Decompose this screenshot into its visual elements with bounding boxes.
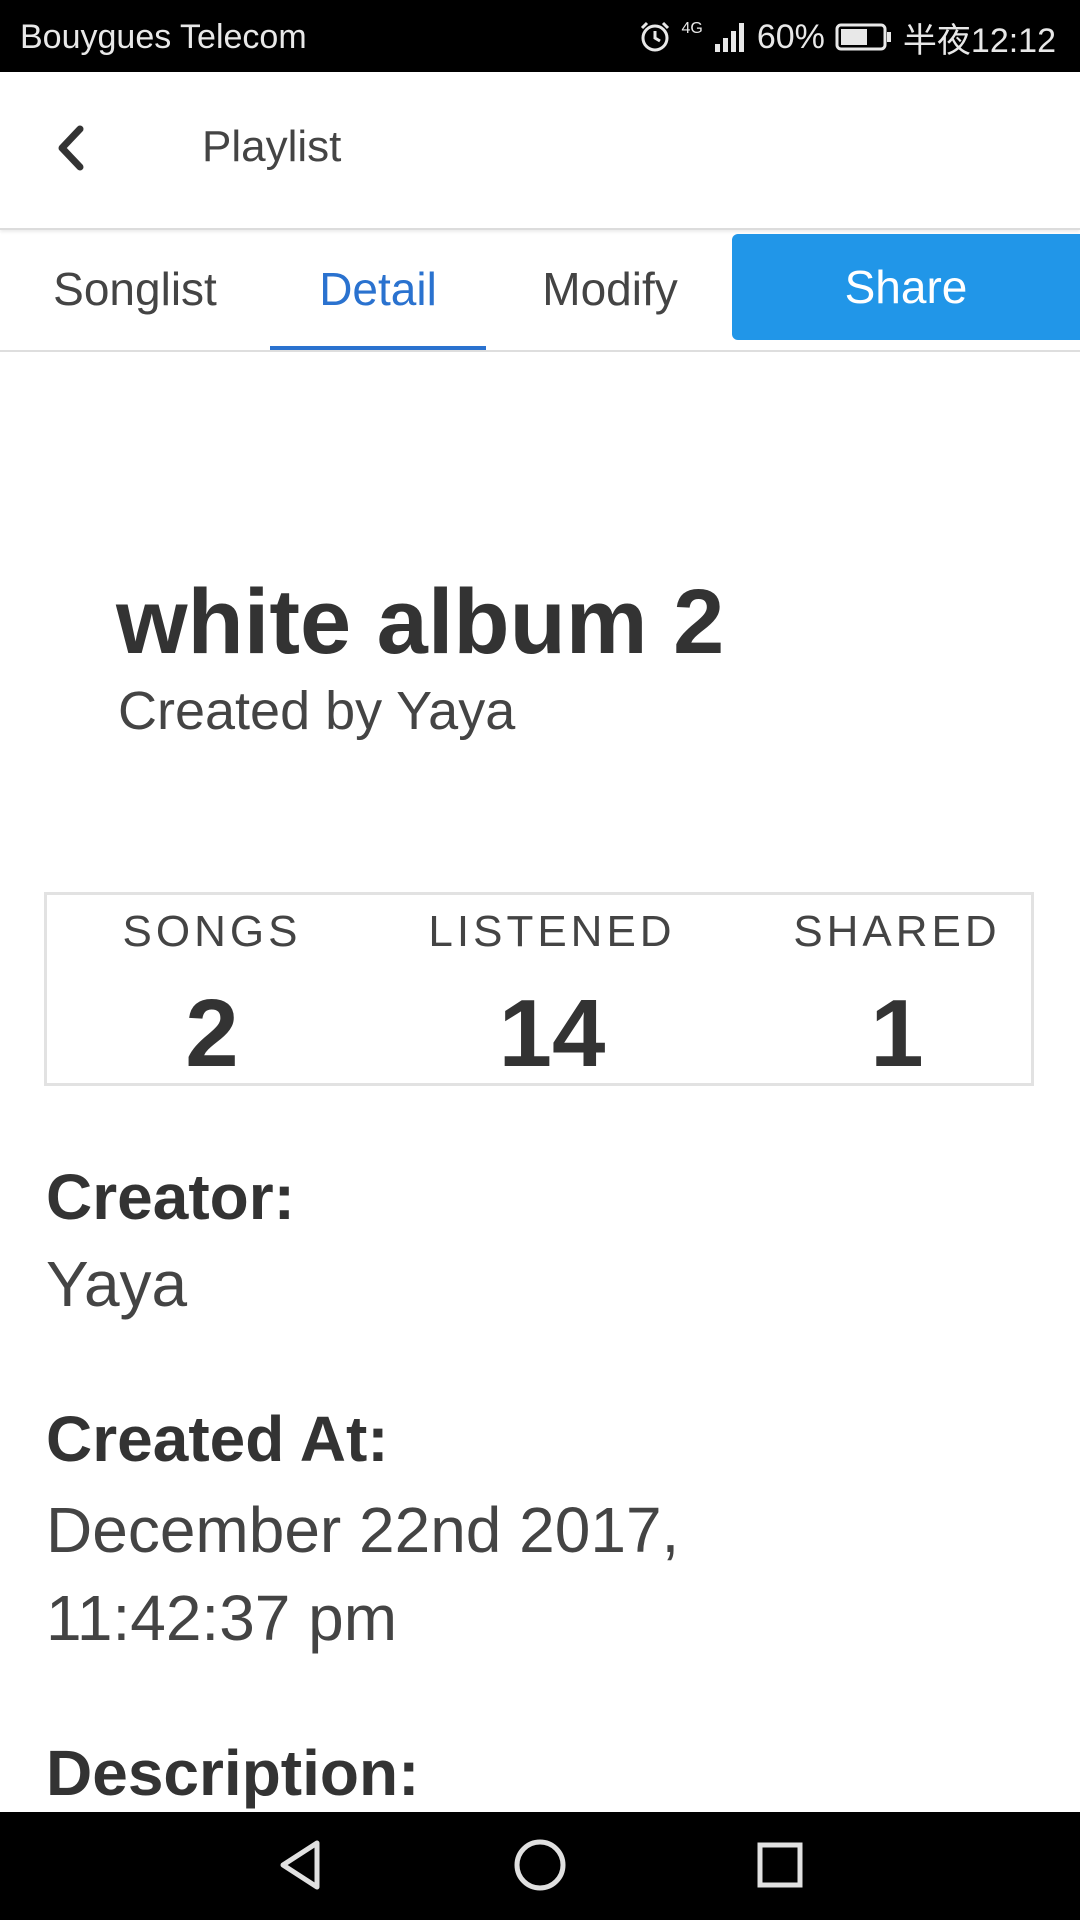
creator-value: Yaya	[46, 1248, 188, 1320]
tab-detail[interactable]: Detail	[270, 230, 486, 350]
chevron-left-icon	[50, 123, 90, 178]
home-circle-icon	[512, 1837, 568, 1898]
stat-value: 14	[498, 980, 606, 1087]
status-bar: Bouygues Telecom 4G 60% 半夜12:12	[0, 0, 1080, 72]
nav-home-button[interactable]	[500, 1832, 580, 1902]
created-at-time: 11:42:37 pm	[46, 1582, 398, 1654]
playlist-title: white album 2	[116, 571, 725, 673]
description-label: Description:	[46, 1737, 420, 1809]
created-at-value: December 22nd 2017, 11:42:37 pm	[46, 1486, 1006, 1662]
stat-value: 2	[185, 980, 239, 1087]
tab-songlist[interactable]: Songlist	[0, 230, 270, 348]
stat-value: 1	[870, 980, 924, 1087]
battery-icon	[835, 22, 893, 52]
alarm-icon	[638, 20, 672, 54]
signal-icon	[713, 20, 747, 54]
playlist-creator-subtitle: Created by Yaya	[118, 681, 516, 741]
back-button[interactable]	[30, 110, 110, 190]
back-triangle-icon	[275, 1837, 325, 1898]
tab-bar: Songlist Detail Modify Share	[0, 230, 1080, 352]
creator-label: Creator:	[46, 1161, 295, 1233]
stats-box: SONGS 2 LISTENED 14 SHARED 1	[44, 892, 1034, 1087]
carrier-name: Bouygues Telecom	[20, 18, 307, 56]
app-header: Playlist	[0, 72, 1080, 230]
nav-back-button[interactable]	[260, 1832, 340, 1902]
recent-square-icon	[755, 1840, 805, 1895]
screen: Bouygues Telecom 4G 60% 半夜12:12 Playlist…	[0, 0, 1080, 1920]
stat-label: SHARED	[793, 907, 1001, 956]
stat-songs: SONGS 2	[87, 895, 337, 1087]
network-type: 4G	[681, 20, 703, 37]
stat-listened: LISTENED 14	[387, 895, 717, 1087]
created-at-date: December 22nd 2017,	[46, 1494, 680, 1566]
status-indicators: 4G 60% 半夜12:12	[638, 12, 1056, 62]
share-button[interactable]: Share	[732, 234, 1080, 340]
clock: 半夜12:12	[902, 21, 1056, 60]
created-at-label: Created At:	[46, 1403, 389, 1475]
system-nav-bar	[0, 1812, 1080, 1920]
tab-modify[interactable]: Modify	[500, 230, 720, 348]
stat-label: SONGS	[122, 907, 302, 956]
page-title: Playlist	[202, 122, 342, 171]
stat-label: LISTENED	[428, 907, 676, 956]
stat-shared: SHARED 1	[737, 895, 1057, 1087]
battery-percent: 60%	[756, 17, 825, 56]
nav-recent-button[interactable]	[740, 1832, 820, 1902]
